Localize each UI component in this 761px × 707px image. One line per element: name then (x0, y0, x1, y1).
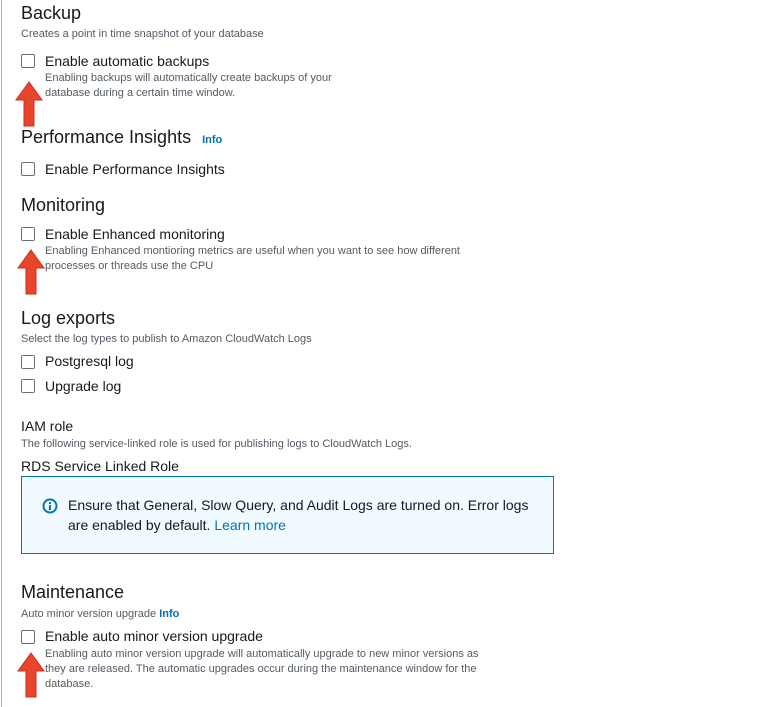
alert-text-line1: Ensure that General, Slow Query, and Aud… (68, 497, 529, 513)
performance-insights-label[interactable]: Enable Performance Insights (45, 160, 225, 178)
auto-minor-upgrade-desc-line1: Enabling auto minor version upgrade will… (45, 648, 479, 660)
postgresql-log-checkbox[interactable] (21, 355, 35, 369)
enhanced-monitoring-label[interactable]: Enable Enhanced monitoring (45, 225, 225, 243)
iam-role-name: RDS Service Linked Role (21, 458, 179, 474)
iam-role-description: The following service-linked role is use… (21, 438, 412, 450)
automatic-backups-desc-line1: Enabling backups will automatically crea… (45, 72, 332, 84)
maintenance-info-link[interactable]: Info (159, 608, 179, 620)
upgrade-log-label[interactable]: Upgrade log (45, 377, 121, 395)
automatic-backups-desc-line2: database during a certain time window. (45, 87, 236, 99)
info-circle-icon (42, 498, 58, 514)
log-exports-heading: Log exports (21, 308, 116, 328)
learn-more-link[interactable]: Learn more (214, 517, 286, 533)
auto-minor-upgrade-desc-line3: database. (45, 678, 94, 690)
auto-minor-upgrade-subtitle: Auto minor version upgrade (21, 608, 157, 620)
auto-minor-upgrade-desc-line2: they are released. The automatic upgrade… (45, 663, 477, 675)
red-arrow-icon (17, 249, 45, 295)
automatic-backups-label[interactable]: Enable automatic backups (45, 52, 209, 70)
backup-heading: Backup (21, 3, 82, 23)
enhanced-monitoring-desc-line1: Enabling Enhanced montioring metrics are… (45, 245, 460, 257)
red-arrow-icon (15, 81, 43, 127)
log-info-alert: Ensure that General, Slow Query, and Aud… (21, 476, 554, 554)
left-border (1, 0, 2, 707)
red-arrow-icon (17, 652, 45, 698)
iam-role-heading: IAM role (21, 418, 74, 434)
alert-text-line2: are enabled by default. (68, 517, 211, 533)
performance-insights-heading: Performance Insights Info (21, 126, 222, 151)
auto-minor-upgrade-checkbox[interactable] (21, 630, 35, 644)
upgrade-log-checkbox[interactable] (21, 379, 35, 393)
log-exports-description: Select the log types to publish to Amazo… (21, 333, 312, 345)
automatic-backups-checkbox[interactable] (21, 54, 35, 68)
monitoring-heading: Monitoring (21, 195, 106, 215)
auto-minor-upgrade-label[interactable]: Enable auto minor version upgrade (45, 627, 263, 645)
maintenance-subtitle: Auto minor version upgrade Info (21, 607, 179, 621)
enhanced-monitoring-checkbox[interactable] (21, 227, 35, 241)
performance-insights-title: Performance Insights (21, 127, 192, 147)
rds-settings-page: Backup Creates a point in time snapshot … (0, 0, 761, 707)
postgresql-log-label[interactable]: Postgresql log (45, 352, 134, 370)
maintenance-heading: Maintenance (21, 582, 125, 602)
alert-text: Ensure that General, Slow Query, and Aud… (68, 495, 548, 535)
performance-insights-checkbox[interactable] (21, 162, 35, 176)
enhanced-monitoring-desc-line2: processes or threads use the CPU (45, 260, 214, 272)
backup-description: Creates a point in time snapshot of your… (21, 28, 264, 40)
performance-insights-info-link[interactable]: Info (202, 134, 222, 146)
